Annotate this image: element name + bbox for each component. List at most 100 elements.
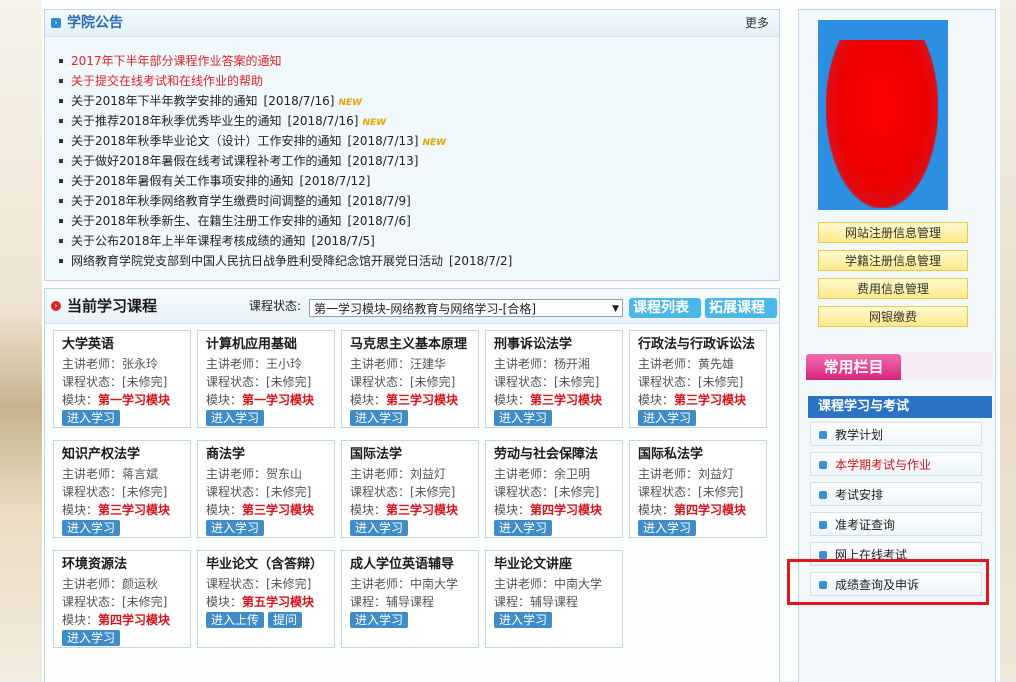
course-card: 大学英语 主讲老师：张永玲 课程状态：[未修完] 模块：第一学习模块 进入学习 [53, 330, 191, 428]
notice-date: [2018/7/13] [347, 134, 419, 148]
course-name: 环境资源法 [62, 557, 128, 572]
arrow-icon [819, 551, 827, 559]
bullet-icon [59, 79, 63, 83]
notice-item[interactable]: 关于做好2018年暑假在线考试课程补考工作的通知 [2018/7/13] [57, 151, 779, 171]
module-prefix: 模块： [206, 503, 243, 517]
course-status-value: 第一学习模块-网络教育与网络学习-[合格] [314, 302, 537, 316]
course-status: 课程状态：[未修完] [62, 485, 168, 499]
module-value: 辅导课程 [386, 595, 435, 609]
module-prefix: 课程： [350, 595, 387, 609]
course-teacher: 主讲老师：贺东山 [206, 467, 303, 481]
notice-item[interactable]: 关于2018年暑假有关工作事项安排的通知 [2018/7/12] [57, 171, 779, 191]
module-value: 第三学习模块 [386, 393, 459, 407]
notice-item[interactable]: 关于2018年秋季毕业论文（设计）工作安排的通知 [2018/7/13] NEW [57, 131, 779, 151]
bullet-icon [59, 199, 63, 203]
more-link[interactable]: 更多 [745, 10, 769, 36]
course-name: 马克思主义基本原理 [350, 337, 468, 352]
sidebar-button[interactable]: 学籍注册信息管理 [818, 250, 968, 271]
course-actions: 进入学习 [350, 519, 478, 536]
notice-item[interactable]: 关于提交在线考试和在线作业的帮助 [57, 71, 779, 91]
course-actions: 进入学习 [638, 409, 766, 426]
sidebar-menu-item[interactable]: 教学计划 [810, 422, 982, 446]
notice-item[interactable]: 2017年下半年部分课程作业答案的通知 [57, 51, 779, 71]
bullet-icon [59, 59, 63, 63]
extended-courses-button[interactable]: 拓展课程 [705, 298, 777, 318]
course-teacher: 主讲老师：刘益灯 [350, 467, 447, 481]
course-name: 毕业论文讲座 [494, 557, 573, 572]
sidebar-button[interactable]: 费用信息管理 [818, 278, 968, 299]
course-action-button[interactable]: 进入学习 [62, 410, 121, 426]
course-teacher: 主讲老师：中南大学 [350, 577, 459, 591]
notice-date: [2018/7/9] [347, 194, 411, 208]
module-prefix: 模块： [350, 393, 387, 407]
sidebar-menu-item[interactable]: 本学期考试与作业 [810, 452, 982, 476]
course-action-button[interactable]: 进入学习 [206, 410, 265, 426]
bullet-icon [59, 159, 63, 163]
course-name: 计算机应用基础 [206, 337, 298, 352]
notice-text: 关于2018年秋季新生、在籍生注册工作安排的通知 [71, 214, 342, 228]
notice-item[interactable]: 关于公布2018年上半年课程考核成绩的通知 [2018/7/5] [57, 231, 779, 251]
course-action-button[interactable]: 提问 [268, 612, 303, 628]
course-name: 毕业论文（含答辩） [206, 557, 324, 572]
course-teacher: 主讲老师：刘益灯 [638, 467, 735, 481]
notice-item[interactable]: 网络教育学院党支部到中国人民抗日战争胜利受降纪念馆开展党日活动 [2018/7/2… [57, 251, 779, 271]
bullet-icon [59, 119, 63, 123]
course-action-button[interactable]: 进入学习 [350, 410, 409, 426]
course-status-select[interactable]: 第一学习模块-网络教育与网络学习-[合格] ▼ [309, 299, 623, 317]
course-module: 模块：第四学习模块 [494, 501, 622, 519]
course-action-button[interactable]: 进入学习 [494, 520, 553, 536]
course-teacher: 主讲老师：蒋言斌 [62, 467, 159, 481]
module-value: 第三学习模块 [98, 503, 171, 517]
module-value: 第三学习模块 [530, 393, 603, 407]
arrow-icon [819, 521, 827, 529]
course-name: 劳动与社会保障法 [494, 447, 599, 462]
notice-title: 学院公告 [67, 15, 123, 31]
course-list-button[interactable]: 课程列表 [629, 298, 701, 318]
sidebar-button[interactable]: 网银缴费 [818, 306, 968, 327]
course-action-button[interactable]: 进入学习 [638, 520, 697, 536]
course-action-button[interactable]: 进入学习 [638, 410, 697, 426]
course-action-button[interactable]: 进入学习 [350, 520, 409, 536]
course-card: 马克思主义基本原理 主讲老师：汪建华 课程状态：[未修完] 模块：第三学习模块 进入学习 [341, 330, 479, 428]
module-prefix: 模块： [494, 393, 531, 407]
notice-text: 关于公布2018年上半年课程考核成绩的通知 [71, 234, 306, 248]
sidebar-button[interactable]: 网站注册信息管理 [818, 222, 968, 243]
course-module: 模块：第四学习模块 [62, 611, 190, 629]
notice-header: › 学院公告 更多 [45, 10, 779, 37]
menu-label: 考试安排 [835, 488, 884, 502]
notice-text: 网络教育学院党支部到中国人民抗日战争胜利受降纪念馆开展党日活动 [71, 254, 444, 268]
section-course-exam[interactable]: 课程学习与考试 [808, 396, 992, 418]
notice-item[interactable]: 关于推荐2018年秋季优秀毕业生的通知 [2018/7/16] NEW [57, 111, 779, 131]
course-action-button[interactable]: 进入学习 [62, 520, 121, 536]
course-action-button[interactable]: 进入学习 [350, 612, 409, 628]
notice-item[interactable]: 关于2018年下半年教学安排的通知 [2018/7/16] NEW [57, 91, 779, 111]
course-actions: 进入学习 [206, 409, 334, 426]
avatar [818, 20, 948, 210]
sidebar-menu-item[interactable]: 考试安排 [810, 482, 982, 506]
course-card: 国际私法学 主讲老师：刘益灯 课程状态：[未修完] 模块：第四学习模块 进入学习 [629, 440, 767, 538]
sidebar-menu-item[interactable]: 准考证查询 [810, 512, 982, 536]
course-action-button[interactable]: 进入上传 [206, 612, 265, 628]
module-prefix: 模块： [62, 613, 99, 627]
course-teacher: 主讲老师：汪建华 [350, 357, 447, 371]
module-prefix: 模块： [206, 595, 243, 609]
notice-text: 关于2018年秋季毕业论文（设计）工作安排的通知 [71, 134, 342, 148]
new-badge: NEW [362, 118, 387, 128]
course-name: 商法学 [206, 447, 246, 462]
course-action-button[interactable]: 进入学习 [206, 520, 265, 536]
course-action-button[interactable]: 进入学习 [494, 612, 553, 628]
redacted-photo [826, 40, 938, 208]
course-action-button[interactable]: 进入学习 [494, 410, 553, 426]
course-status: 课程状态：[未修完] [62, 595, 168, 609]
course-name: 刑事诉讼法学 [494, 337, 573, 352]
course-name: 知识产权法学 [62, 447, 141, 462]
notice-item[interactable]: 关于2018年秋季网络教育学生缴费时间调整的通知 [2018/7/9] [57, 191, 779, 211]
common-tab[interactable]: 常用栏目 [806, 354, 901, 380]
new-badge: NEW [422, 138, 447, 148]
notice-item[interactable]: 关于2018年秋季新生、在籍生注册工作安排的通知 [2018/7/6] [57, 211, 779, 231]
course-action-button[interactable]: 进入学习 [62, 630, 121, 646]
background-left [0, 0, 42, 681]
bullet-icon [59, 179, 63, 183]
module-value: 第四学习模块 [98, 613, 171, 627]
course-teacher: 主讲老师：余卫明 [494, 467, 591, 481]
